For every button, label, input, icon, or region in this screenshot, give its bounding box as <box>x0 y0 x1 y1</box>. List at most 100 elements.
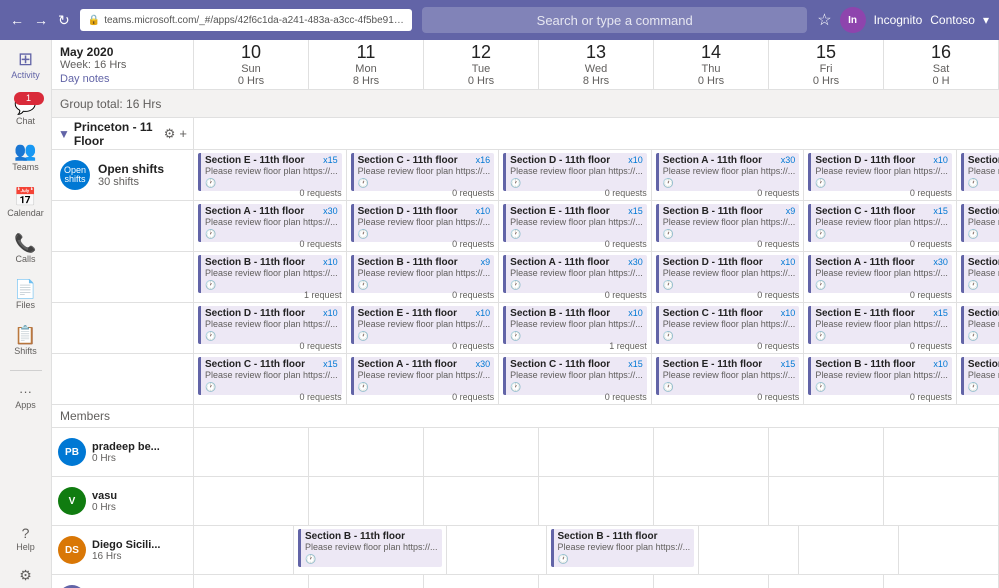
shift-cell-2[interactable]: x30 Section A - 11th floor Please review… <box>499 252 652 302</box>
shift-card[interactable]: x9 Section B - 11th floor Please review … <box>351 255 495 293</box>
shift-card[interactable]: x10 Section E - 11th floor Please review… <box>351 306 495 344</box>
shift-card[interactable]: x10 Section D - 11th floor Please review… <box>656 255 800 293</box>
shift-cell-1[interactable]: x10 Section D - 11th floor Please review… <box>347 201 500 251</box>
member-cell-3-0[interactable] <box>194 575 309 588</box>
shift-cell-1[interactable]: x30 Section A - 11th floor Please review… <box>347 354 500 404</box>
member-cell-3-5[interactable] <box>769 575 884 588</box>
member-cell-2-4[interactable] <box>699 526 799 574</box>
open-shift-cell-1[interactable]: x16 Section C - 11th floor Please review… <box>347 150 500 200</box>
shift-cell-0[interactable]: x15 Section C - 11th floor Please review… <box>194 354 347 404</box>
shift-card[interactable]: x30 Section A - 11th floor Please review… <box>351 357 495 395</box>
shift-card[interactable]: x15 Section C - 11th floor Please review… <box>198 357 342 395</box>
shift-card[interactable]: x30 Section A - 11th floor Please review… <box>503 255 647 293</box>
member-cell-3-1[interactable] <box>309 575 424 588</box>
day-notes-link[interactable]: Day notes <box>60 73 185 85</box>
member-cell-1-6[interactable] <box>884 477 999 525</box>
shift-card[interactable]: x15 Section C - 11th floor Please review… <box>961 357 999 395</box>
shift-cell-5[interactable]: x15 Section C - 11th floor Please review… <box>957 354 999 404</box>
open-shift-cell-4[interactable]: x10 Section D - 11th floor Please review… <box>804 150 957 200</box>
shift-cell-4[interactable]: x15 Section E - 11th floor Please review… <box>804 303 957 353</box>
shift-cell-1[interactable]: x9 Section B - 11th floor Please review … <box>347 252 500 302</box>
member-cell-0-5[interactable] <box>769 428 884 476</box>
search-bar[interactable]: Search or type a command <box>422 7 807 33</box>
member-cell-0-3[interactable] <box>539 428 654 476</box>
member-cell-2-6[interactable] <box>899 526 999 574</box>
member-cell-1-2[interactable] <box>424 477 539 525</box>
member-cell-3-3[interactable] <box>539 575 654 588</box>
back-button[interactable]: ← <box>10 12 24 28</box>
tenant-arrow[interactable]: ▾ <box>983 13 989 27</box>
shift-cell-3[interactable]: x10 Section C - 11th floor Please review… <box>652 303 805 353</box>
member-cell-2-3[interactable]: Section B - 11th floor Please review flo… <box>547 526 700 574</box>
sidebar-item-calendar[interactable]: 📅 Calendar <box>4 182 48 224</box>
member-cell-2-0[interactable] <box>194 526 294 574</box>
shift-cell-3[interactable]: x15 Section E - 11th floor Please review… <box>652 354 805 404</box>
shift-cell-2[interactable]: x10 Section B - 11th floor Please review… <box>499 303 652 353</box>
shift-card[interactable]: x30 Section A - 11th floor Please review… <box>808 255 952 293</box>
shift-card[interactable]: x16 Section C - 11th floor Please review… <box>351 153 495 191</box>
sidebar-item-shifts[interactable]: 📋 Shifts <box>4 320 48 362</box>
shift-card[interactable]: x15 Section E - 11th floor Please review… <box>808 306 952 344</box>
sidebar-item-files[interactable]: 📄 Files <box>4 274 48 316</box>
member-cell-1-0[interactable] <box>194 477 309 525</box>
shift-card[interactable]: x15 Section E - 11th floor Please review… <box>198 153 342 191</box>
member-cell-2-1[interactable]: Section B - 11th floor Please review flo… <box>294 526 447 574</box>
shift-cell-5[interactable]: x10 Section D - 11th floor Please review… <box>957 252 999 302</box>
sidebar-item-help[interactable]: ? Help <box>4 520 48 558</box>
member-cell-3-4[interactable] <box>654 575 769 588</box>
member-cell-0-1[interactable] <box>309 428 424 476</box>
shift-card[interactable]: x10 Section B - 11th floor Please review… <box>198 255 342 293</box>
member-cell-0-6[interactable] <box>884 428 999 476</box>
open-shift-cell-0[interactable]: x15 Section E - 11th floor Please review… <box>194 150 347 200</box>
sidebar-item-calls[interactable]: 📞 Calls <box>4 228 48 270</box>
open-shift-cell-5[interactable]: x10 Section B - 11th floor Please review… <box>957 150 999 200</box>
shift-cell-0[interactable]: x30 Section A - 11th floor Please review… <box>194 201 347 251</box>
shift-card[interactable]: x10 Section D - 11th floor Please review… <box>808 153 952 191</box>
shift-card[interactable]: x10 Section B - 11th floor Please review… <box>961 153 999 191</box>
body-scroll[interactable]: Group total: 16 Hrs ▼ Princeton - 11 Flo… <box>52 90 999 588</box>
group-settings-icon[interactable]: ⚙ <box>164 126 176 142</box>
open-shift-cell-3[interactable]: x30 Section A - 11th floor Please review… <box>652 150 805 200</box>
member-shift-card[interactable]: Section B - 11th floor Please review flo… <box>298 529 442 567</box>
sidebar-item-chat[interactable]: 💬 Chat 1 <box>4 90 48 132</box>
shift-cell-4[interactable]: x30 Section A - 11th floor Please review… <box>804 252 957 302</box>
shift-card[interactable]: x30 Section A - 11th floor Please review… <box>961 306 999 344</box>
member-cell-0-0[interactable] <box>194 428 309 476</box>
shift-cell-0[interactable]: x10 Section D - 11th floor Please review… <box>194 303 347 353</box>
shift-card[interactable]: x10 Section B - 11th floor Please review… <box>808 357 952 395</box>
shift-card[interactable]: x15 Section E - 11th floor Please review… <box>961 204 999 242</box>
user-avatar[interactable]: In <box>840 7 866 33</box>
member-cell-2-5[interactable] <box>799 526 899 574</box>
shift-card[interactable]: x10 Section D - 11th floor Please review… <box>198 306 342 344</box>
shift-card[interactable]: x15 Section C - 11th floor Please review… <box>503 357 647 395</box>
member-cell-0-2[interactable] <box>424 428 539 476</box>
member-shift-card[interactable]: Section B - 11th floor Please review flo… <box>551 529 695 567</box>
group-chevron[interactable]: ▼ <box>58 127 70 141</box>
member-cell-1-3[interactable] <box>539 477 654 525</box>
member-cell-3-6[interactable] <box>884 575 999 588</box>
shift-cell-2[interactable]: x15 Section E - 11th floor Please review… <box>499 201 652 251</box>
shift-cell-3[interactable]: x10 Section D - 11th floor Please review… <box>652 252 805 302</box>
sidebar-item-settings[interactable]: ⚙ <box>4 562 48 588</box>
shift-card[interactable]: x10 Section C - 11th floor Please review… <box>656 306 800 344</box>
shift-cell-4[interactable]: x10 Section B - 11th floor Please review… <box>804 354 957 404</box>
shift-cell-2[interactable]: x15 Section C - 11th floor Please review… <box>499 354 652 404</box>
member-cell-1-1[interactable] <box>309 477 424 525</box>
shift-card[interactable]: x9 Section B - 11th floor Please review … <box>656 204 800 242</box>
shift-cell-5[interactable]: x15 Section E - 11th floor Please review… <box>957 201 999 251</box>
shift-card[interactable]: x10 Section D - 11th floor Please review… <box>961 255 999 293</box>
shift-cell-0[interactable]: x10 Section B - 11th floor Please review… <box>194 252 347 302</box>
sidebar-item-apps[interactable]: ··· Apps <box>4 379 48 416</box>
shift-card[interactable]: x30 Section A - 11th floor Please review… <box>198 204 342 242</box>
shift-cell-1[interactable]: x10 Section E - 11th floor Please review… <box>347 303 500 353</box>
shift-card[interactable]: x15 Section E - 11th floor Please review… <box>656 357 800 395</box>
group-add-icon[interactable]: + <box>179 126 187 141</box>
member-cell-3-2[interactable] <box>424 575 539 588</box>
url-bar[interactable]: 🔒 teams.microsoft.com/_#/apps/42f6c1da-a… <box>80 9 412 31</box>
sidebar-item-teams[interactable]: 👥 Teams <box>4 136 48 178</box>
shift-cell-5[interactable]: x30 Section A - 11th floor Please review… <box>957 303 999 353</box>
shift-card[interactable]: x15 Section C - 11th floor Please review… <box>808 204 952 242</box>
shift-card[interactable]: x15 Section E - 11th floor Please review… <box>503 204 647 242</box>
shift-cell-4[interactable]: x15 Section C - 11th floor Please review… <box>804 201 957 251</box>
star-icon[interactable]: ☆ <box>817 10 831 30</box>
